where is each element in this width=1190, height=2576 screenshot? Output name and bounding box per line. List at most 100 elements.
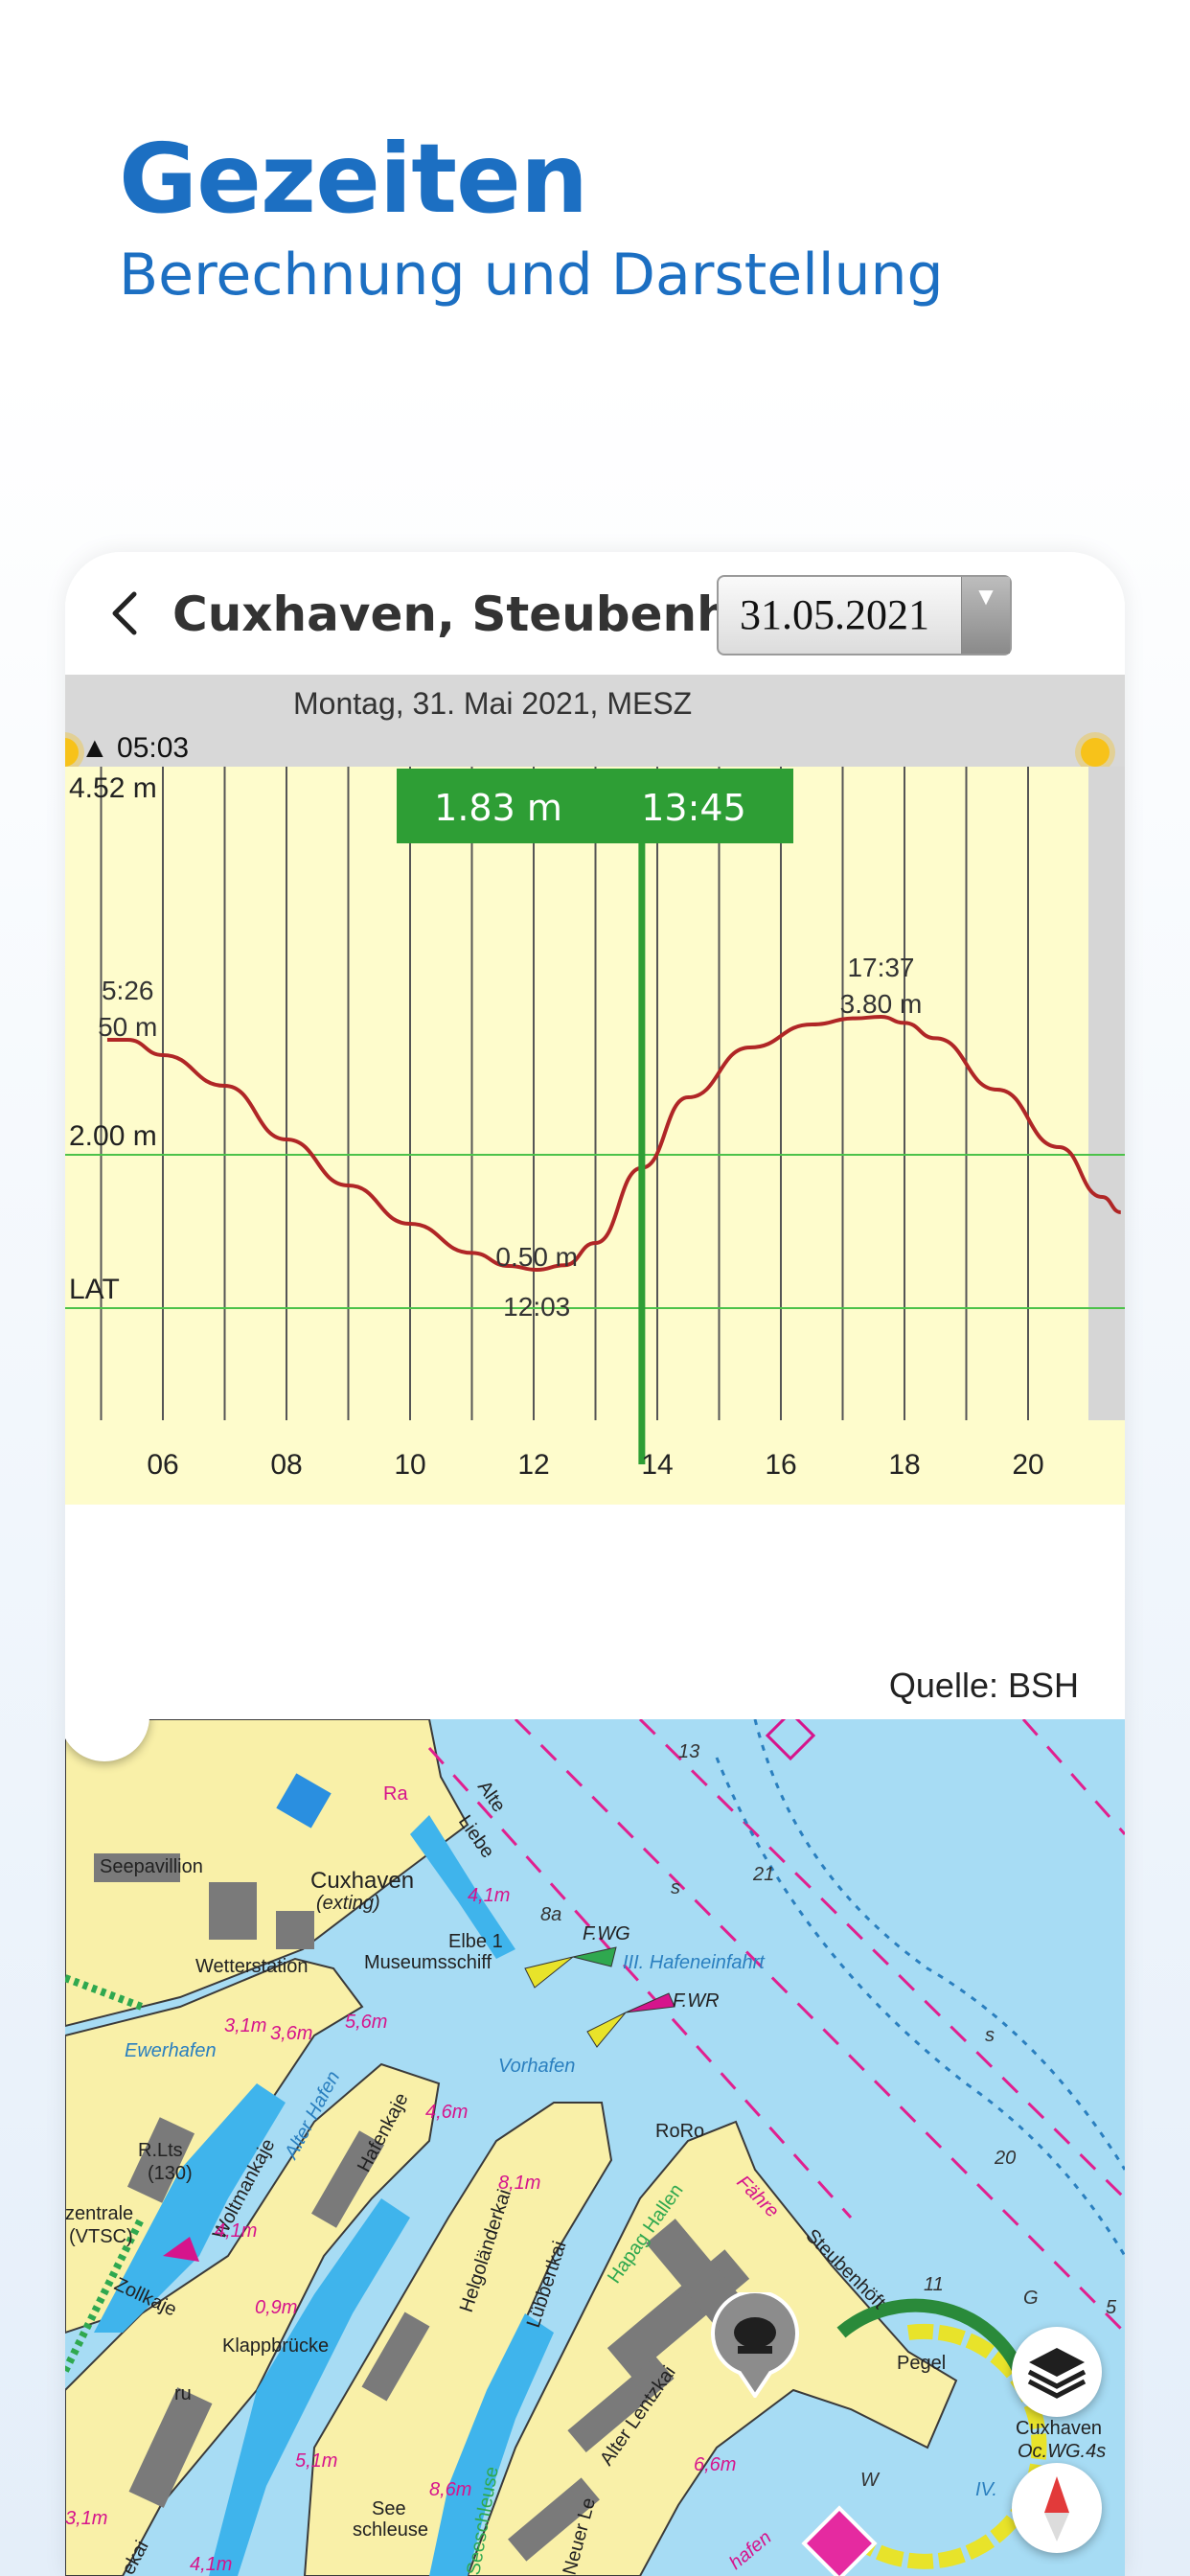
light-fwg — [524, 1946, 617, 1989]
map-label-klappbruecke: Klappbrücke — [222, 2335, 329, 2357]
depth-label: 8,1m — [498, 2173, 540, 2194]
depth-label: 4,6m — [425, 2102, 468, 2123]
depth-label: G — [1023, 2288, 1039, 2309]
depth-label: s — [985, 2025, 995, 2046]
x-tick-label: 12 — [517, 1449, 549, 1481]
map-label-elbe1: Elbe 1 — [448, 1931, 503, 1952]
tide-gauge-pin-icon[interactable] — [711, 2289, 799, 2400]
day-band: Montag, 31. Mai 2021, MESZ ▲ 05:03 — [65, 675, 1125, 767]
x-tick-label: 20 — [1012, 1449, 1043, 1481]
depth-label: 5,1m — [295, 2450, 337, 2472]
depth-label: 0,9m — [255, 2297, 297, 2318]
map-label-rlts: R.Lts — [138, 2140, 183, 2161]
x-tick-label: 18 — [888, 1449, 920, 1481]
ref-line-label: LAT — [69, 1274, 120, 1305]
map-label-pegel: Pegel — [897, 2353, 946, 2374]
dropdown-arrow-icon: ▼ — [961, 577, 1010, 654]
extremum-value: 3.80 m — [840, 989, 923, 1019]
station-title: Cuxhaven, Steubenhöft — [172, 586, 808, 642]
map-label-exting: (exting) — [316, 1893, 380, 1914]
phone-screen: Cuxhaven, Steubenhöft 31.05.2021 ▼ Monta… — [65, 552, 1125, 2576]
depth-label: 5,6m — [345, 2012, 387, 2033]
date-value: 31.05.2021 — [740, 591, 929, 638]
map-label-vorhafen: Vorhafen — [498, 2056, 575, 2077]
compass-icon — [1044, 2476, 1069, 2542]
depth-label: 21 — [752, 1864, 774, 1885]
map-label-liebe: Liebe — [454, 1811, 498, 1862]
map-label-wetterstation: Wetterstation — [195, 1956, 308, 1977]
depth-label: 4,1m — [468, 1885, 510, 1906]
x-tick-label: 14 — [641, 1449, 673, 1481]
map-canvas: Seepavillion Cuxhaven (exting) Wettersta… — [65, 1719, 1125, 2576]
map-label-ru: ru — [174, 2383, 192, 2404]
map-label-roro: RoRo — [655, 2121, 704, 2142]
depth-contours — [715, 1719, 1125, 2257]
map-label-see: See — [372, 2498, 406, 2519]
depth-label: 4,1m — [190, 2554, 232, 2575]
map-label-museumsschiff: Museumsschiff — [364, 1952, 492, 1973]
subheadline: Berechnung und Darstellung — [119, 242, 944, 309]
extremum-time: 5:26 — [102, 976, 154, 1005]
map-label-r130: (130) — [148, 2163, 193, 2184]
map-label-ocwg: Oc.WG.4s — [1018, 2441, 1106, 2462]
x-axis-band — [65, 1420, 1125, 1505]
extremum-time: 12:03 — [503, 1292, 570, 1322]
sunset-icon — [1081, 738, 1110, 767]
map-label-ewerhafen: Ewerhafen — [125, 2040, 217, 2061]
ref-line-label: 2.00 m — [69, 1120, 157, 1152]
depth-label: 8a — [540, 1904, 561, 1925]
compass-button[interactable] — [1012, 2463, 1102, 2553]
sun-icon — [65, 738, 79, 767]
magenta-diamond-mark — [801, 2505, 878, 2576]
chart-plot-area — [65, 767, 1088, 1505]
depth-label: 3,6m — [270, 2023, 312, 2044]
map-label-iv: IV. — [975, 2479, 997, 2500]
depth-label: 20 — [994, 2148, 1016, 2169]
extremum-value: 0.50 m — [495, 1242, 578, 1272]
cursor-time: 13:45 — [641, 787, 746, 829]
map-label-alte: Alte — [473, 1777, 510, 1816]
map-label-fwg: F.WG — [583, 1923, 630, 1944]
depth-label: 6,6m — [694, 2454, 736, 2475]
cursor-readout: 1.83 m 13:45 — [397, 769, 793, 843]
depth-label: 3,1m — [224, 2015, 266, 2036]
depth-label: 5 — [1106, 2297, 1117, 2318]
depth-label: 13 — [678, 1741, 699, 1762]
night-shade — [1088, 767, 1125, 1505]
cursor-height: 1.83 m — [434, 787, 562, 829]
source-label: Quelle: BSH — [888, 1666, 1079, 1705]
top-value-label: 4.52 m — [69, 772, 157, 804]
depth-label: s — [671, 1877, 680, 1898]
depth-label: 8,6m — [429, 2479, 471, 2500]
map-label-fwr: F.WR — [673, 1990, 720, 2012]
map-label-cuxhaven-light: Cuxhaven — [1016, 2418, 1102, 2439]
map-label-hafen: hafen — [725, 2527, 775, 2574]
depth-label: 4,1m — [215, 2220, 257, 2242]
sunrise-label: ▲ 05:03 — [80, 732, 190, 764]
tide-chart[interactable]: 2.00 m LAT 1.83 m 13:45 4.52 m 5:26 50 m 12… — [65, 767, 1125, 1505]
extremum-value: 50 m — [98, 1012, 157, 1042]
chevron-left-icon[interactable] — [105, 590, 144, 636]
x-tick-label: 16 — [765, 1449, 796, 1481]
light-fwr — [586, 1992, 675, 2048]
depth-label: 11 — [924, 2274, 944, 2295]
mark-top — [765, 1719, 816, 1761]
day-label: Montag, 31. Mai 2021, MESZ — [293, 686, 693, 721]
map-label-vtsc: (VTSC) — [69, 2226, 133, 2247]
nautical-chart-map[interactable]: Seepavillion Cuxhaven (exting) Wettersta… — [65, 1719, 1125, 2576]
map-label-seepavillion: Seepavillion — [100, 1856, 203, 1877]
x-tick-label: 06 — [147, 1449, 178, 1481]
x-tick-label: 08 — [270, 1449, 302, 1481]
extremum-time: 17:37 — [847, 953, 914, 982]
map-label-hafeneinfahrt: III. Hafeneinfahrt — [623, 1952, 766, 1973]
depth-label: 3,1m — [65, 2508, 107, 2529]
map-label-zentrale: zentrale — [65, 2203, 133, 2224]
x-tick-label: 10 — [394, 1449, 425, 1481]
headline: Gezeiten — [119, 123, 588, 235]
layers-button[interactable] — [1012, 2327, 1102, 2417]
map-label-cuxhaven: Cuxhaven — [310, 1868, 414, 1894]
map-label-ra: Ra — [383, 1783, 408, 1805]
map-label-schleuse: schleuse — [353, 2519, 428, 2541]
date-select[interactable]: 31.05.2021 ▼ — [717, 575, 1012, 656]
layers-icon — [1027, 2348, 1087, 2399]
